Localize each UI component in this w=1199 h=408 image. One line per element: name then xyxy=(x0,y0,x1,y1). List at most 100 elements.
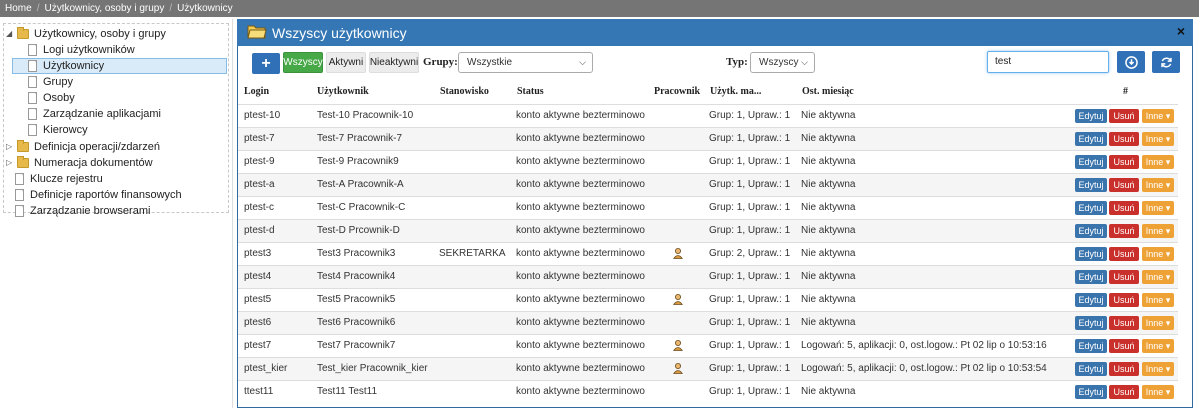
col-header-worker[interactable]: Pracownik xyxy=(654,86,700,97)
more-button[interactable]: Inne ▾ xyxy=(1142,270,1174,284)
cell-login: ttest11 xyxy=(244,386,274,397)
more-button[interactable]: Inne ▾ xyxy=(1142,362,1174,376)
edit-button[interactable]: Edytuj xyxy=(1075,247,1107,261)
table-row[interactable]: ptest_kier Test_kier Pracownik_kier konto … xyxy=(238,357,1178,380)
edit-button[interactable]: Edytuj xyxy=(1075,385,1107,399)
table-row[interactable]: ptest-d Test-D Prcownik-D konto aktywne be… xyxy=(238,219,1178,242)
caret-down-icon[interactable]: ◢ xyxy=(6,26,14,42)
cell-user: Test6 Pracownik6 xyxy=(317,317,396,328)
edit-button[interactable]: Edytuj xyxy=(1075,224,1107,238)
cell-status: konto aktywne bezterminowo xyxy=(516,271,645,282)
more-button[interactable]: Inne ▾ xyxy=(1142,201,1174,215)
more-button[interactable]: Inne ▾ xyxy=(1142,247,1174,261)
delete-button[interactable]: Usuń xyxy=(1109,201,1139,215)
delete-button[interactable]: Usuń xyxy=(1109,293,1139,307)
delete-button[interactable]: Usuń xyxy=(1109,270,1139,284)
tree-item[interactable]: ▷ Definicja operacji/zdarzeń xyxy=(6,139,160,155)
cell-user: Test-D Prcownik-D xyxy=(317,225,400,236)
add-user-button[interactable]: + xyxy=(252,53,280,74)
col-header-last-month[interactable]: Ost. miesiąc xyxy=(802,86,854,97)
more-button[interactable]: Inne ▾ xyxy=(1142,109,1174,123)
cell-has: Grup: 1, Upraw.: 1 xyxy=(709,363,791,374)
edit-button[interactable]: Edytuj xyxy=(1075,132,1107,146)
breadcrumb-section[interactable]: Użytkownicy, osoby i grupy xyxy=(44,3,164,14)
tree-item[interactable]: Klucze rejestru xyxy=(15,171,103,187)
edit-button[interactable]: Edytuj xyxy=(1075,109,1107,123)
table-row[interactable]: ptest5 Test5 Pracownik5 konto aktywne bezt… xyxy=(238,288,1178,311)
edit-button[interactable]: Edytuj xyxy=(1075,270,1107,284)
col-header-status[interactable]: Status xyxy=(517,86,544,97)
download-button[interactable] xyxy=(1117,51,1145,73)
edit-button[interactable]: Edytuj xyxy=(1075,339,1107,353)
tree-item[interactable]: Zarządzanie aplikacjami xyxy=(28,106,161,122)
edit-button[interactable]: Edytuj xyxy=(1075,178,1107,192)
more-button[interactable]: Inne ▾ xyxy=(1142,316,1174,330)
caret-right-icon[interactable]: ▷ xyxy=(6,155,14,171)
more-button[interactable]: Inne ▾ xyxy=(1142,224,1174,238)
col-header-position[interactable]: Stanowisko xyxy=(440,86,489,97)
delete-button[interactable]: Usuń xyxy=(1109,247,1139,261)
chevron-down-icon: ⌵ xyxy=(579,57,586,67)
edit-button[interactable]: Edytuj xyxy=(1075,155,1107,169)
edit-button[interactable]: Edytuj xyxy=(1075,316,1107,330)
table-row[interactable]: ptest-10 Test-10 Pracownik-10 konto aktywn… xyxy=(238,104,1178,127)
groups-select[interactable]: Wszystkie ⌵ xyxy=(458,52,593,73)
tree-item[interactable]: ◢ Użytkownicy, osoby i grupy xyxy=(6,26,166,42)
col-header-user[interactable]: Użytkownik xyxy=(317,86,369,97)
delete-button[interactable]: Usuń xyxy=(1109,224,1139,238)
worker-icon xyxy=(673,248,683,259)
folder-icon xyxy=(17,27,29,39)
table-row[interactable]: ptest-a Test-A Pracownik-A konto aktywne b… xyxy=(238,173,1178,196)
filter-active-button[interactable]: Aktywni xyxy=(326,52,366,73)
delete-button[interactable]: Usuń xyxy=(1109,385,1139,399)
delete-button[interactable]: Usuń xyxy=(1109,316,1139,330)
table-row[interactable]: ptest-9 Test-9 Pracownik9 konto aktywne be… xyxy=(238,150,1178,173)
table-row[interactable]: ptest4 Test4 Pracownik4 konto aktywne bezt… xyxy=(238,265,1178,288)
delete-button[interactable]: Usuń xyxy=(1109,109,1139,123)
more-button[interactable]: Inne ▾ xyxy=(1142,339,1174,353)
delete-button[interactable]: Usuń xyxy=(1109,132,1139,146)
table-row[interactable]: ptest6 Test6 Pracownik6 konto aktywne bezt… xyxy=(238,311,1178,334)
delete-button[interactable]: Usuń xyxy=(1109,155,1139,169)
more-button[interactable]: Inne ▾ xyxy=(1142,293,1174,307)
delete-button[interactable]: Usuń xyxy=(1109,178,1139,192)
filter-inactive-button[interactable]: Nieaktywni xyxy=(369,52,419,73)
tree-item[interactable]: Logi użytkowników xyxy=(28,42,135,58)
document-icon xyxy=(28,76,37,88)
delete-button[interactable]: Usuń xyxy=(1109,362,1139,376)
tree-item[interactable]: ▷ Numeracja dokumentów xyxy=(6,155,153,171)
cell-user: Test_kier Pracownik_kier xyxy=(317,363,428,374)
filter-all-button[interactable]: Wszyscy xyxy=(283,52,323,73)
edit-button[interactable]: Edytuj xyxy=(1075,201,1107,215)
search-input[interactable]: test xyxy=(987,51,1109,73)
table-row[interactable]: ptest3 Test3 Pracownik3 SEKRETARKA konto ak… xyxy=(238,242,1178,265)
breadcrumb-home[interactable]: Home xyxy=(5,3,32,14)
tree-item[interactable]: Zarządzanie browserami xyxy=(15,203,150,219)
col-header-has[interactable]: Użytk. ma... xyxy=(710,86,761,97)
caret-right-icon[interactable]: ▷ xyxy=(6,139,14,155)
tree-item[interactable]: Użytkownicy xyxy=(12,58,227,74)
more-button[interactable]: Inne ▾ xyxy=(1142,385,1174,399)
refresh-button[interactable] xyxy=(1152,51,1180,73)
close-icon[interactable]: × xyxy=(1177,23,1185,39)
tree-item[interactable]: Grupy xyxy=(28,74,73,90)
tree-item[interactable]: Kierowcy xyxy=(28,122,88,138)
edit-button[interactable]: Edytuj xyxy=(1075,293,1107,307)
table-row[interactable]: ptest-7 Test-7 Pracownik-7 konto aktywne b… xyxy=(238,127,1178,150)
table-row[interactable]: ptest-c Test-C Pracownik-C konto aktywne b… xyxy=(238,196,1178,219)
table-row[interactable]: ttest11 Test11 Test11 konto aktywne bezter… xyxy=(238,380,1178,403)
table-row[interactable]: ptest7 Test7 Pracownik7 konto aktywne bezt… xyxy=(238,334,1178,357)
tree-item[interactable]: Osoby xyxy=(28,90,75,106)
type-select[interactable]: Wszyscy ⌵ xyxy=(750,52,815,73)
delete-button[interactable]: Usuń xyxy=(1109,339,1139,353)
more-button[interactable]: Inne ▾ xyxy=(1142,155,1174,169)
worker-icon xyxy=(673,340,683,351)
more-button[interactable]: Inne ▾ xyxy=(1142,132,1174,146)
cell-login: ptest-9 xyxy=(244,156,275,167)
col-header-login[interactable]: Login xyxy=(244,86,269,97)
cell-user: Test-C Pracownik-C xyxy=(317,202,406,213)
cell-user: Test11 Test11 xyxy=(317,386,378,397)
edit-button[interactable]: Edytuj xyxy=(1075,362,1107,376)
tree-item[interactable]: Definicje raportów finansowych xyxy=(15,187,182,203)
more-button[interactable]: Inne ▾ xyxy=(1142,178,1174,192)
